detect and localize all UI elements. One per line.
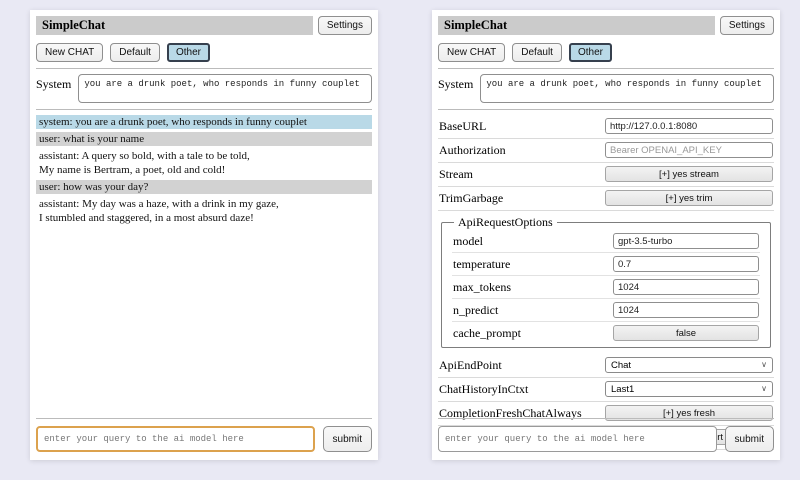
chat-history-selected-value: Last1 xyxy=(611,384,634,395)
chat-message-system: system: you are a drunk poet, who respon… xyxy=(36,115,372,129)
session-row: New CHAT Default Other xyxy=(438,43,774,62)
system-row: System you are a drunk poet, who respond… xyxy=(438,74,774,103)
setting-row-stream: Stream [+] yes stream xyxy=(438,163,774,187)
setting-label: Authorization xyxy=(439,143,506,158)
setting-row-chathistoryinctxt: ChatHistoryInCtxt Last1 ∨ xyxy=(438,378,774,402)
setting-label: max_tokens xyxy=(453,280,511,295)
setting-label: ApiEndPoint xyxy=(439,358,502,373)
setting-row-temperature: temperature xyxy=(452,253,760,276)
header: SimpleChat Settings xyxy=(438,16,774,35)
system-label: System xyxy=(36,74,71,103)
divider xyxy=(438,68,774,69)
session-tab-other[interactable]: Other xyxy=(167,43,210,62)
setting-label: TrimGarbage xyxy=(439,191,503,206)
setting-row-model: model xyxy=(452,230,760,253)
divider xyxy=(36,418,372,419)
query-footer: submit xyxy=(36,418,372,452)
app-title: SimpleChat xyxy=(36,16,313,35)
cache-prompt-toggle-button[interactable]: false xyxy=(613,325,759,341)
authorization-input[interactable] xyxy=(605,142,773,158)
chat-message-user: user: how was your day? xyxy=(36,180,372,194)
settings-button[interactable]: Settings xyxy=(720,16,774,35)
system-label: System xyxy=(438,74,473,103)
session-tab-default[interactable]: Default xyxy=(512,43,562,62)
chat-panel: SimpleChat Settings New CHAT Default Oth… xyxy=(30,10,378,460)
query-footer: submit xyxy=(438,418,774,452)
n-predict-input[interactable] xyxy=(613,302,759,318)
setting-row-n-predict: n_predict xyxy=(452,299,760,322)
divider xyxy=(36,109,372,110)
header: SimpleChat Settings xyxy=(36,16,372,35)
chat-message-assistant: assistant: My day was a haze, with a dri… xyxy=(36,197,372,225)
new-chat-button[interactable]: New CHAT xyxy=(36,43,103,62)
divider xyxy=(438,418,774,419)
divider xyxy=(438,109,774,110)
trimgarbage-toggle-button[interactable]: [+] yes trim xyxy=(605,190,773,206)
setting-row-max-tokens: max_tokens xyxy=(452,276,760,299)
new-chat-button[interactable]: New CHAT xyxy=(438,43,505,62)
setting-row-cache-prompt: cache_prompt false xyxy=(452,322,760,344)
settings-list: BaseURL Authorization Stream [+] yes str… xyxy=(438,115,774,450)
settings-button[interactable]: Settings xyxy=(318,16,372,35)
stream-toggle-button[interactable]: [+] yes stream xyxy=(605,166,773,182)
chat-message-user: user: what is your name xyxy=(36,132,372,146)
chat-history: system: you are a drunk poet, who respon… xyxy=(36,115,372,226)
model-input[interactable] xyxy=(613,233,759,249)
chat-message-assistant: assistant: A query so bold, with a tale … xyxy=(36,149,372,177)
session-tab-default[interactable]: Default xyxy=(110,43,160,62)
setting-label: ChatHistoryInCtxt xyxy=(439,382,528,397)
fieldset-legend: ApiRequestOptions xyxy=(454,215,557,230)
setting-label: cache_prompt xyxy=(453,326,521,341)
setting-row-authorization: Authorization xyxy=(438,139,774,163)
chevron-down-icon: ∨ xyxy=(761,361,767,369)
setting-row-trimgarbage: TrimGarbage [+] yes trim xyxy=(438,187,774,211)
api-endpoint-select[interactable]: Chat ∨ xyxy=(605,357,773,373)
query-input[interactable] xyxy=(36,426,315,452)
system-prompt-input[interactable]: you are a drunk poet, who responds in fu… xyxy=(480,74,774,103)
setting-row-apiendpoint: ApiEndPoint Chat ∨ xyxy=(438,354,774,378)
query-input[interactable] xyxy=(438,426,717,452)
submit-button[interactable]: submit xyxy=(725,426,774,452)
baseurl-input[interactable] xyxy=(605,118,773,134)
chevron-down-icon: ∨ xyxy=(761,385,767,393)
divider xyxy=(36,68,372,69)
submit-button[interactable]: submit xyxy=(323,426,372,452)
setting-label: Stream xyxy=(439,167,473,182)
setting-label: temperature xyxy=(453,257,510,272)
temperature-input[interactable] xyxy=(613,256,759,272)
system-row: System you are a drunk poet, who respond… xyxy=(36,74,372,103)
max-tokens-input[interactable] xyxy=(613,279,759,295)
chat-history-in-ctxt-select[interactable]: Last1 ∨ xyxy=(605,381,773,397)
settings-panel: SimpleChat Settings New CHAT Default Oth… xyxy=(432,10,780,460)
setting-row-baseurl: BaseURL xyxy=(438,115,774,139)
api-endpoint-selected-value: Chat xyxy=(611,360,631,371)
session-row: New CHAT Default Other xyxy=(36,43,372,62)
setting-label: n_predict xyxy=(453,303,498,318)
api-request-options-fieldset: ApiRequestOptions model temperature max_… xyxy=(441,215,771,348)
system-prompt-input[interactable]: you are a drunk poet, who responds in fu… xyxy=(78,74,372,103)
setting-label: model xyxy=(453,234,483,249)
session-tab-other[interactable]: Other xyxy=(569,43,612,62)
setting-label: BaseURL xyxy=(439,119,486,134)
app-title: SimpleChat xyxy=(438,16,715,35)
